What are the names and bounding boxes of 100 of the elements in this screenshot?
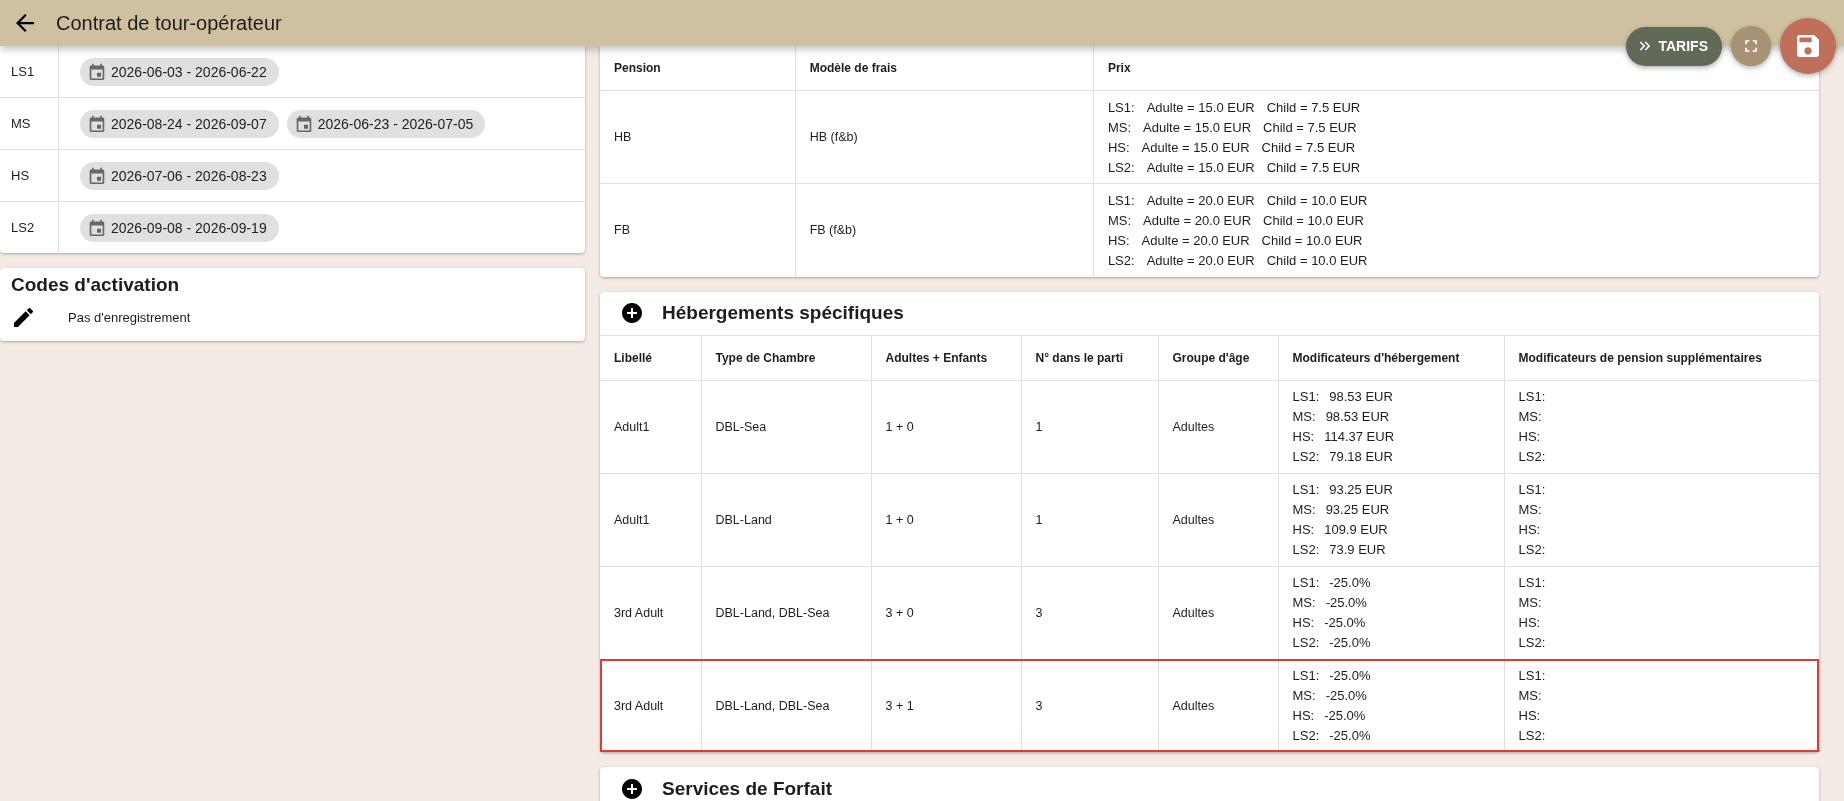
- calendar-icon: [295, 115, 312, 132]
- season-label: LS2:: [1292, 728, 1320, 744]
- modifier-value: -25.0%: [1329, 728, 1371, 744]
- date-range-chip[interactable]: 2026-07-06 - 2026-08-23: [80, 161, 279, 190]
- season-label: LS2:: [1107, 252, 1135, 268]
- season-label: LS1:: [1292, 389, 1320, 404]
- table-row[interactable]: Adult1 DBL-Land 1 + 0 1 Adultes LS1: 93.25 EUR MS: 93.25 EUR HS: 109.9 EUR LS2: 73.9 EUR LS1: MS: HS: LS2:: [600, 473, 1819, 566]
- modifier-value: -25.0%: [1325, 688, 1367, 704]
- season-label: LS1:: [1292, 482, 1320, 497]
- modifier-value: -25.0%: [1325, 595, 1367, 610]
- adult-price: Adulte = 15.0 EUR: [1141, 139, 1250, 155]
- table-cell: DBL-Land, DBL-Sea: [701, 659, 871, 752]
- table-cell: 3 + 1: [871, 659, 1021, 752]
- section-title: Services de Forfait: [662, 777, 833, 800]
- column-header: Groupe d'âge: [1158, 335, 1278, 380]
- back-button[interactable]: [16, 14, 34, 32]
- adult-price: Adulte = 20.0 EUR: [1146, 192, 1255, 208]
- modifier-value: 114.37 EUR: [1324, 429, 1395, 444]
- column-header: Modificateurs de pension supplémentaires: [1504, 335, 1819, 380]
- season-label: MS:: [1518, 595, 1542, 610]
- season-label: MS:: [1518, 502, 1542, 517]
- table-row[interactable]: 3rd Adult DBL-Land, DBL-Sea 3 + 1 3 Adultes LS1: -25.0% MS: -25.0% HS: -25.0% LS2: -25.0% LS1: MS: HS: LS2:: [600, 659, 1819, 752]
- season-label: MS:: [1292, 595, 1316, 610]
- season-label: LS1:: [1518, 389, 1546, 404]
- season-label: MS:: [1518, 409, 1542, 424]
- table-cell: 3rd Adult: [600, 659, 701, 752]
- modifier-value: 109.9 EUR: [1324, 522, 1388, 537]
- modifier-value: 98.53 EUR: [1329, 389, 1393, 404]
- table-cell: DBL-Land, DBL-Sea: [701, 566, 871, 659]
- season-label: LS2:: [1292, 542, 1320, 557]
- column-header: Pension: [600, 46, 796, 91]
- modifier-value: -25.0%: [1324, 708, 1366, 724]
- season-code: MS: [0, 98, 59, 149]
- season-label: HS:: [1518, 708, 1541, 724]
- season-label: MS:: [1292, 502, 1316, 517]
- back-arrow-icon: [16, 14, 34, 32]
- modifier-value: -25.0%: [1324, 615, 1366, 630]
- modifier-value: -25.0%: [1329, 575, 1371, 590]
- pencil-icon[interactable]: [14, 308, 33, 327]
- column-header: Libellé: [600, 335, 701, 380]
- adult-price: Adulte = 15.0 EUR: [1143, 119, 1252, 135]
- child-price: Child = 10.0 EUR: [1261, 232, 1363, 248]
- child-price: Child = 7.5 EUR: [1266, 99, 1361, 115]
- column-header: Modèle de frais: [795, 46, 1094, 91]
- table-cell: DBL-Sea: [701, 380, 871, 473]
- modifier-value: 98.53 EUR: [1325, 409, 1390, 424]
- add-icon[interactable]: [622, 303, 642, 323]
- child-price: Child = 7.5 EUR: [1266, 159, 1361, 175]
- modifier-value: 79.18 EUR: [1329, 449, 1393, 464]
- child-price: Child = 7.5 EUR: [1263, 119, 1357, 135]
- season-label: LS2:: [1518, 449, 1546, 464]
- table-row[interactable]: 3rd Adult DBL-Land, DBL-Sea 3 + 0 3 Adultes LS1: -25.0% MS: -25.0% HS: -25.0% LS2: -25.0% LS1: MS: HS: LS2:: [600, 566, 1819, 659]
- table-cell: Adult1: [600, 473, 701, 566]
- table-row[interactable]: Adult1 DBL-Sea 1 + 0 1 Adultes LS1: 98.53 EUR MS: 98.53 EUR HS: 114.37 EUR LS2: 79.18 EUR LS1: MS: HS: LS2:: [600, 380, 1819, 473]
- card-title: Codes d'activation: [10, 273, 181, 296]
- season-label: LS2:: [1518, 542, 1546, 557]
- date-range-chip[interactable]: 2026-06-23 - 2026-07-05: [286, 109, 486, 138]
- section-title: Hébergements spécifiques: [662, 302, 904, 324]
- table-cell: Adultes: [1158, 380, 1278, 473]
- table-cell: HB (f&b): [795, 90, 1094, 184]
- date-range-chip[interactable]: 2026-08-24 - 2026-09-07: [80, 109, 279, 138]
- calendar-icon: [89, 115, 105, 132]
- season-label: HS:: [1107, 139, 1130, 155]
- table-cell: 3rd Adult: [600, 566, 701, 659]
- adult-price: Adulte = 20.0 EUR: [1143, 212, 1252, 228]
- season-label: LS1:: [1518, 575, 1546, 590]
- season-label: LS2:: [1292, 449, 1320, 464]
- table-cell: Adultes: [1158, 566, 1278, 659]
- empty-message: Pas d'enregistrement: [68, 310, 191, 325]
- table-cell: 1: [1021, 473, 1158, 566]
- calendar-icon: [89, 219, 105, 236]
- season-label: HS:: [1518, 429, 1541, 444]
- season-label: LS2:: [1292, 635, 1320, 650]
- date-range-chip[interactable]: 2026-06-03 - 2026-06-22: [80, 57, 279, 86]
- adult-price: Adulte = 15.0 EUR: [1146, 159, 1255, 175]
- table-cell: Adultes: [1158, 473, 1278, 566]
- season-code: LS2: [0, 202, 59, 253]
- season-label: LS2:: [1518, 635, 1546, 650]
- modifier-value: 93.25 EUR: [1325, 502, 1390, 517]
- season-label: MS:: [1107, 119, 1131, 135]
- table-cell: Adult1: [600, 380, 701, 473]
- season-label: HS:: [1292, 708, 1315, 724]
- add-icon[interactable]: [622, 778, 642, 799]
- child-price: Child = 10.0 EUR: [1266, 192, 1368, 208]
- date-range-chip[interactable]: 2026-09-08 - 2026-09-19: [80, 213, 279, 242]
- adult-price: Adulte = 20.0 EUR: [1146, 252, 1255, 268]
- season-label: HS:: [1518, 615, 1541, 630]
- table-cell: FB: [600, 183, 796, 277]
- modifier-value: 73.9 EUR: [1329, 542, 1386, 557]
- season-label: HS:: [1292, 615, 1315, 630]
- modifier-value: -25.0%: [1329, 635, 1371, 650]
- table-cell: 3: [1021, 566, 1158, 659]
- season-label: HS:: [1292, 429, 1315, 444]
- season-label: LS1:: [1518, 668, 1546, 684]
- adult-price: Adulte = 15.0 EUR: [1146, 99, 1255, 115]
- season-label: HS:: [1292, 522, 1315, 537]
- table-cell: 1 + 0: [871, 473, 1021, 566]
- season-label: LS1:: [1107, 192, 1135, 208]
- season-label: HS:: [1518, 522, 1541, 537]
- modifier-value: 93.25 EUR: [1329, 482, 1393, 497]
